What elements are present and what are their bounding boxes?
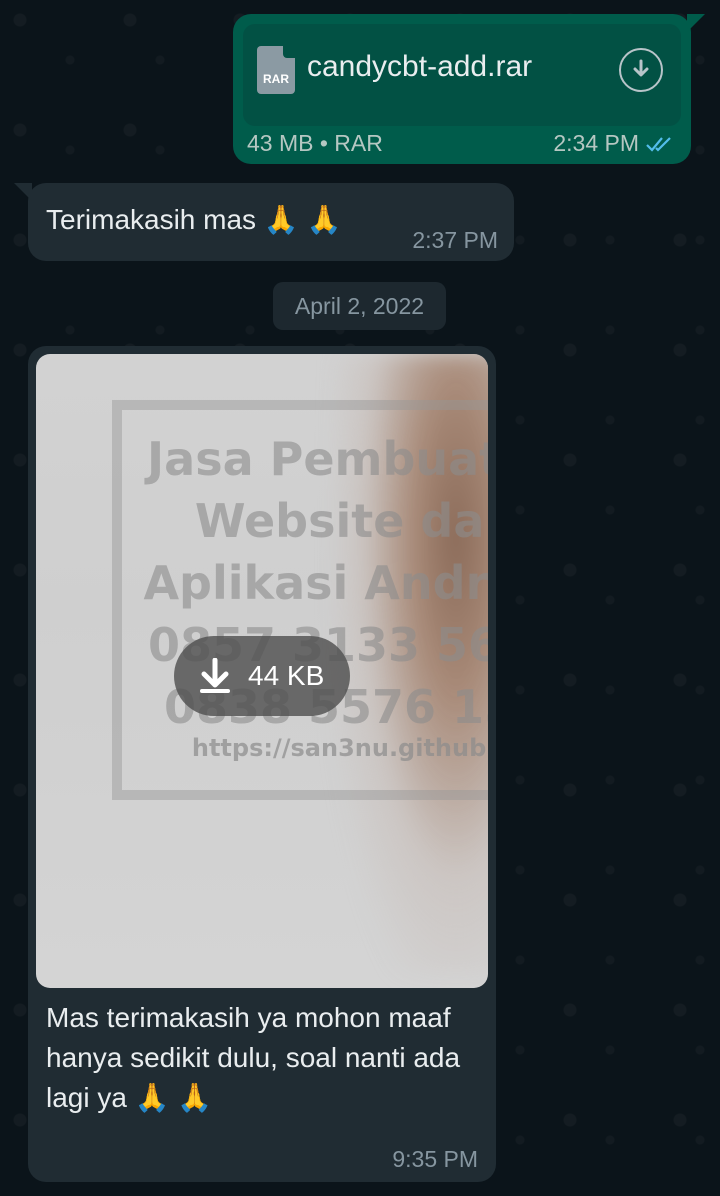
outgoing-file-message[interactable]: RAR candycbt-add.rar 43 MB • RAR 2:34 PM <box>233 14 705 164</box>
file-card[interactable]: RAR candycbt-add.rar <box>243 24 681 126</box>
file-type-badge: RAR <box>263 72 289 86</box>
message-time: 9:35 PM <box>392 1146 478 1172</box>
image-caption: Mas terimakasih ya mohon maaf hanya sedi… <box>46 1002 461 1113</box>
rar-file-icon: RAR <box>257 46 295 94</box>
bubble-tail <box>14 183 32 201</box>
watermark-line-1: Jasa Pembuatan <box>147 432 488 486</box>
download-icon[interactable] <box>619 48 663 92</box>
double-check-read-icon <box>646 137 671 152</box>
incoming-image-message[interactable]: Jasa Pembuatan Website dan Aplikasi Andr… <box>28 346 496 1182</box>
image-download-button[interactable]: 44 KB <box>174 636 350 716</box>
incoming-text-message[interactable]: Terimakasih mas 🙏 🙏 2:37 PM <box>14 183 514 261</box>
download-size: 44 KB <box>248 660 325 691</box>
watermark-line-3: Aplikasi Android <box>143 556 488 610</box>
watermark-line-2: Website dan <box>194 494 488 548</box>
message-time: 2:37 PM <box>412 227 498 253</box>
message-text: Terimakasih mas 🙏 🙏 <box>46 204 342 235</box>
bubble-tail <box>687 14 705 32</box>
file-meta: 43 MB • RAR <box>247 130 383 156</box>
watermark-url: https://san3nu.github.io <box>191 734 488 762</box>
file-name: candycbt-add.rar <box>307 50 533 83</box>
message-time: 2:34 PM <box>553 130 639 156</box>
image-thumbnail[interactable]: Jasa Pembuatan Website dan Aplikasi Andr… <box>36 354 488 988</box>
download-arrow-icon <box>200 658 230 693</box>
date-divider: April 2, 2022 <box>273 282 446 330</box>
